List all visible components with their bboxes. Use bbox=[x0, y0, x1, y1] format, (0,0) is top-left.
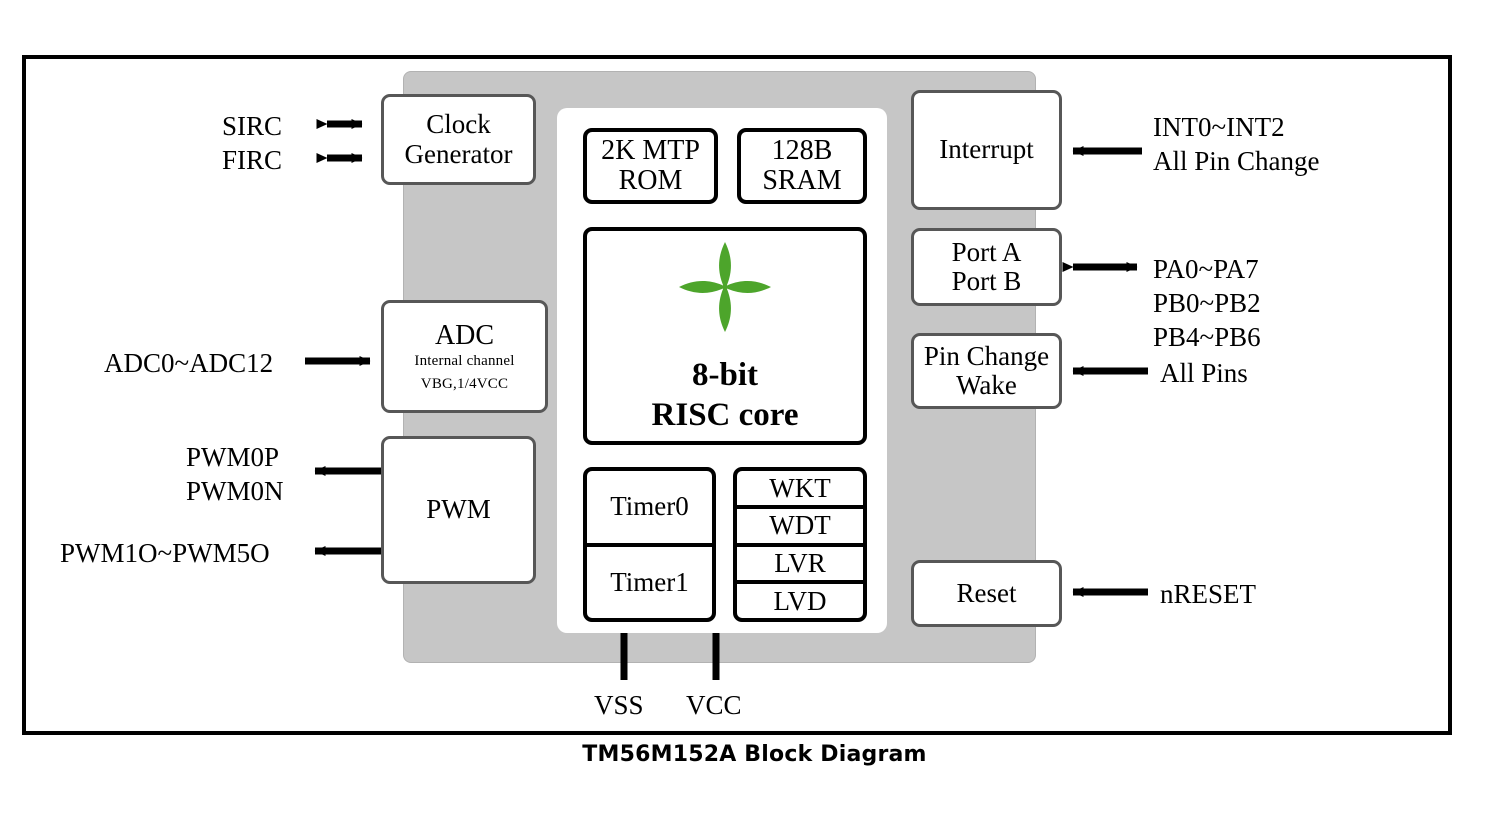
block-risc-core-line2: RISC core bbox=[651, 397, 799, 434]
block-sram-line2: SRAM bbox=[762, 165, 842, 196]
label-adc-pins: ADC0~ADC12 bbox=[104, 348, 274, 378]
block-watchdog-stack[interactable]: WKT WDT LVR LVD bbox=[733, 467, 867, 622]
block-adc-subtitle: Internal channel bbox=[414, 352, 515, 369]
block-pwm-label: PWM bbox=[426, 494, 491, 525]
block-reset[interactable]: Reset bbox=[911, 560, 1062, 627]
label-pwm0n: PWM0N bbox=[186, 476, 284, 506]
block-risc-core-line1: 8-bit bbox=[691, 357, 758, 394]
block-interrupt[interactable]: Interrupt bbox=[911, 90, 1062, 210]
label-nreset: nRESET bbox=[1160, 579, 1257, 609]
label-firc: FIRC bbox=[222, 145, 283, 175]
block-reset-label: Reset bbox=[956, 577, 1017, 608]
block-timer0: Timer0 bbox=[610, 491, 689, 522]
block-mtp-rom-line1: 2K MTP bbox=[601, 135, 700, 167]
block-timers[interactable]: Timer0 Timer1 bbox=[583, 467, 716, 622]
block-clock-generator-line2: Generator bbox=[404, 138, 513, 169]
block-pin-change-wake[interactable]: Pin Change Wake bbox=[911, 333, 1062, 409]
block-adc-title: ADC bbox=[434, 319, 495, 351]
block-timer1: Timer1 bbox=[587, 542, 712, 619]
block-clock-generator[interactable]: Clock Generator bbox=[381, 94, 536, 185]
label-vss: VSS bbox=[594, 690, 644, 720]
block-adc[interactable]: ADC Internal channel VBG,1/4VCC bbox=[381, 300, 548, 413]
block-lvd: LVD bbox=[737, 580, 863, 618]
label-int-pins: INT0~INT2 bbox=[1153, 112, 1285, 142]
label-all-pin-change: All Pin Change bbox=[1153, 146, 1320, 176]
block-clock-generator-line1: Clock bbox=[426, 109, 491, 140]
block-pwm[interactable]: PWM bbox=[381, 436, 536, 584]
block-ports[interactable]: Port A Port B bbox=[911, 228, 1062, 306]
diagram-caption: TM56M152A Block Diagram bbox=[582, 742, 927, 767]
block-wkt: WKT bbox=[769, 472, 831, 503]
label-pwm1-5: PWM1O~PWM5O bbox=[60, 538, 270, 568]
label-sirc: SIRC bbox=[222, 111, 283, 141]
block-pin-change-wake-line2: Wake bbox=[956, 370, 1017, 400]
block-port-a: Port A bbox=[951, 236, 1022, 267]
block-diagram-canvas: Clock Generator ADC Internal channel VBG… bbox=[0, 0, 1509, 840]
label-pb0-pins: PB0~PB2 bbox=[1153, 288, 1261, 318]
block-lvr: LVR bbox=[737, 542, 863, 581]
label-all-pins: All Pins bbox=[1160, 358, 1248, 388]
block-sram-line1: 128B bbox=[771, 135, 833, 167]
block-wdt: WDT bbox=[737, 504, 863, 543]
label-pb4-pins: PB4~PB6 bbox=[1153, 322, 1261, 352]
pinwheel-logo-icon bbox=[677, 240, 773, 341]
block-sram[interactable]: 128B SRAM bbox=[737, 128, 867, 204]
block-interrupt-label: Interrupt bbox=[939, 134, 1034, 165]
label-vcc: VCC bbox=[686, 690, 742, 720]
label-pa-pins: PA0~PA7 bbox=[1153, 254, 1259, 284]
block-port-b: Port B bbox=[951, 266, 1022, 296]
block-adc-reference: VBG,1/4VCC bbox=[420, 376, 509, 393]
block-pin-change-wake-line1: Pin Change bbox=[923, 340, 1050, 371]
block-risc-core[interactable]: 8-bit RISC core bbox=[583, 227, 867, 445]
block-mtp-rom-line2: ROM bbox=[618, 165, 683, 196]
block-mtp-rom[interactable]: 2K MTP ROM bbox=[583, 128, 718, 204]
label-pwm0p: PWM0P bbox=[186, 442, 280, 472]
